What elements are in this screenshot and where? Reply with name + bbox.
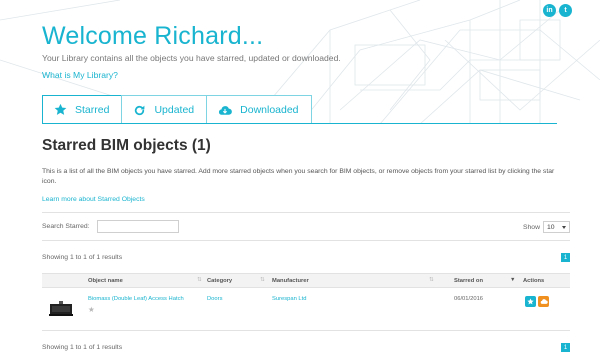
column-header-manufacturer[interactable]: Manufacturer [272,278,309,284]
star-icon [54,103,67,115]
pagination-page-1[interactable]: 1 [561,253,570,262]
chevron-down-icon [562,225,566,229]
sort-icon[interactable]: ⇅ [260,277,265,283]
sort-desc-icon[interactable]: ▼ [510,277,515,283]
library-tabs: Starred Updated Downloaded [42,95,312,124]
object-name-link[interactable]: Biomass (Double Leaf) Access Hatch [88,296,184,302]
section-title: Starred BIM objects (1) [42,137,211,154]
cloud-download-icon [540,299,548,304]
sort-icon[interactable]: ⇅ [429,277,434,283]
social-links: in t [543,4,572,17]
what-is-my-library-link[interactable]: What is My Library? [42,70,118,80]
tab-starred-label: Starred [75,103,110,116]
sort-icon[interactable]: ⇅ [197,277,202,283]
learn-more-link[interactable]: Learn more about Starred Objects [42,196,145,203]
cloud-download-icon [219,105,233,115]
hero-banner: in t Welcome Richard... Your Library con… [0,0,600,124]
download-action-button[interactable] [538,296,549,307]
tab-updated[interactable]: Updated [121,95,208,124]
tab-divider [42,123,557,124]
show-label: Show [522,223,540,231]
results-count-top: Showing 1 to 1 of 1 results [42,254,123,261]
page-title: Welcome Richard... [42,22,264,50]
manufacturer-link[interactable]: Surespan Ltd [272,296,306,302]
tab-updated-label: Updated [154,104,195,116]
column-header-actions: Actions [523,278,545,284]
page-size-value: 10 [547,223,555,231]
divider [42,330,570,331]
column-header-category[interactable]: Category [207,278,232,284]
column-header-starred-on[interactable]: Starred on [454,278,483,284]
results-count-bottom: Showing 1 to 1 of 1 results [42,344,123,351]
starred-on-date: 06/01/2016 [454,296,484,302]
twitter-icon[interactable]: t [559,4,572,17]
search-input[interactable] [97,220,179,233]
refresh-icon [135,105,145,115]
object-thumbnail[interactable] [48,296,74,320]
intro-text: Your Library contains all the objects yo… [42,53,341,63]
divider [42,212,570,213]
search-label: Search Starred: [42,223,90,230]
linkedin-icon[interactable]: in [543,4,556,17]
tab-downloaded[interactable]: Downloaded [206,95,312,124]
table-header: Object name ⇅ Category ⇅ Manufacturer ⇅ … [42,273,570,288]
page-size-select[interactable]: 10 [543,221,570,233]
star-icon [527,298,534,305]
unstar-icon[interactable]: ★ [88,305,95,314]
section-description: This is a list of all the BIM objects yo… [42,168,555,185]
category-link[interactable]: Doors [207,296,222,302]
page-size-control: Show 10 [523,221,570,233]
access-hatch-image [49,301,73,316]
star-action-button[interactable] [525,296,536,307]
column-header-name[interactable]: Object name [88,278,123,284]
tab-starred[interactable]: Starred [42,95,123,124]
divider [42,240,570,241]
tab-downloaded-label: Downloaded [240,104,299,116]
pagination-page-1-bottom[interactable]: 1 [561,343,570,352]
